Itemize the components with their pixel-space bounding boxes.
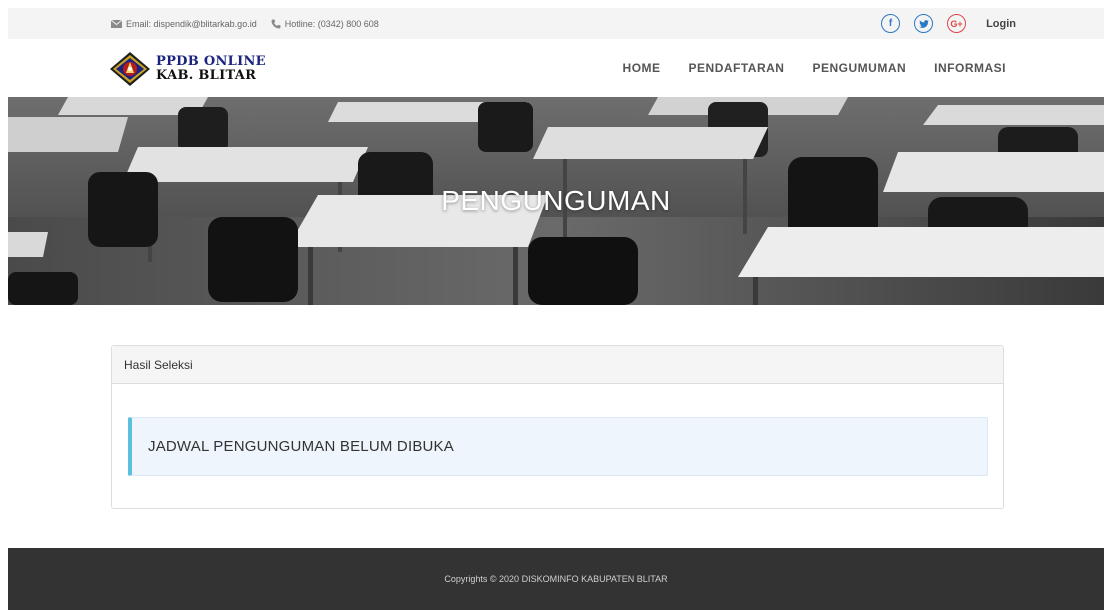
selection-panel: Hasil Seleksi JADWAL PENGUNGUMAN BELUM D… [111,345,1004,509]
nav-pengumuman[interactable]: PENGUMUMAN [812,61,906,75]
site-header: PPDB ONLINE KAB. BLITAR HOME PENDAFTARAN… [8,39,1104,97]
hotline-text: Hotline: (0342) 800 608 [284,18,379,29]
info-alert: JADWAL PENGUNGUMAN BELUM DIBUKA [128,417,988,476]
twitter-icon[interactable] [914,14,934,33]
contact-info: Email: dispendik@blitarkab.go.id Hotline… [111,8,393,39]
logo-line-1: PPDB ONLINE [156,54,266,69]
page: Email: dispendik@blitarkab.go.id Hotline… [8,0,1104,610]
phone-icon [271,19,281,28]
twitter-bird-icon [918,19,929,28]
top-bar: Email: dispendik@blitarkab.go.id Hotline… [8,8,1104,39]
copyright-text: Copyrights © 2020 DISKOMINFO KABUPATEN B… [444,574,668,584]
main-nav: HOME PENDAFTARAN PENGUMUMAN INFORMASI [595,39,1006,97]
logo-text: PPDB ONLINE KAB. BLITAR [156,55,266,83]
emblem-icon [110,52,150,86]
top-bar-actions: f G+ Login [867,8,1016,39]
mail-icon [111,19,122,28]
hotline-info: Hotline: (0342) 800 608 [271,19,379,29]
facebook-icon[interactable]: f [881,14,901,33]
site-footer: Copyrights © 2020 DISKOMINFO KABUPATEN B… [8,548,1104,610]
nav-informasi[interactable]: INFORMASI [934,61,1006,75]
panel-heading: Hasil Seleksi [112,346,1003,384]
nav-pendaftaran[interactable]: PENDAFTARAN [689,61,785,75]
login-link[interactable]: Login [986,18,1016,30]
email-info: Email: dispendik@blitarkab.go.id [111,19,257,29]
hero-banner: PENGUNGUMAN [8,97,1104,305]
nav-home[interactable]: HOME [623,61,661,75]
logo-line-2: KAB. BLITAR [156,68,257,83]
site-logo[interactable]: PPDB ONLINE KAB. BLITAR [109,51,266,87]
banner-title: PENGUNGUMAN [441,185,671,216]
google-plus-icon[interactable]: G+ [947,14,967,33]
email-text: Email: dispendik@blitarkab.go.id [126,18,257,29]
